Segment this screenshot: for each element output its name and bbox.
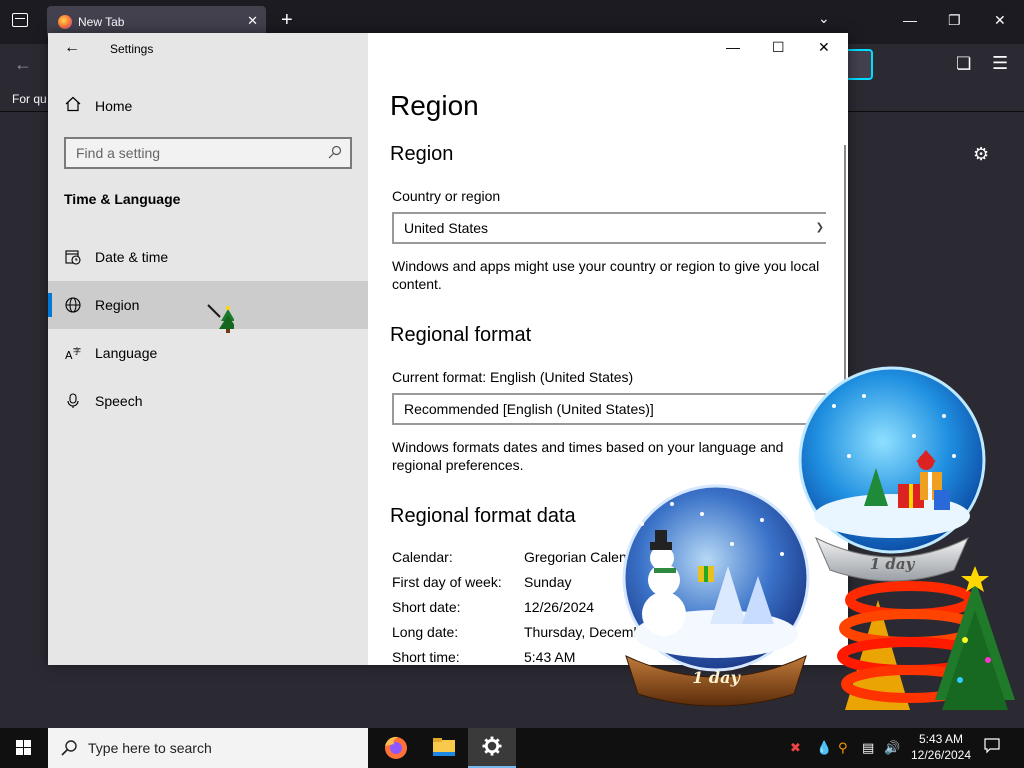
globe-label: 1 day: [692, 668, 741, 687]
sidebar-item-date-time[interactable]: Date & time: [48, 233, 368, 281]
browser-close-button[interactable]: ✕: [994, 12, 1006, 29]
format-data-value: Sunday: [524, 574, 572, 590]
search-icon: [61, 740, 77, 756]
firefox-favicon-icon: [58, 15, 72, 29]
calendar-clock-icon: [65, 250, 81, 265]
page-title: Region: [390, 90, 479, 121]
clock-time: 5:43 AM: [918, 732, 964, 746]
format-data-key: Long date:: [392, 624, 459, 640]
chevron-down-icon: ❯: [815, 222, 824, 233]
chevron-down-icon[interactable]: ⌄: [818, 10, 830, 27]
country-dropdown[interactable]: United States ❯: [392, 212, 826, 244]
gear-icon[interactable]: ⚙: [973, 144, 989, 165]
svg-text:字: 字: [73, 346, 81, 356]
search-icon: [328, 145, 342, 159]
language-icon: A 字: [65, 346, 81, 361]
current-format-label: Current format: English (United States): [392, 369, 634, 385]
sidebar-item-speech[interactable]: Speech: [48, 377, 368, 425]
extensions-icon[interactable]: ❏: [956, 54, 971, 74]
country-label: Country or region: [392, 188, 501, 204]
format-data-key: First day of week:: [392, 574, 502, 590]
browser-minimize-button[interactable]: —: [903, 12, 917, 28]
svg-text:A: A: [65, 349, 73, 361]
christmas-tree-cursor-icon: [207, 304, 234, 333]
sidebar-item-label: Home: [95, 98, 133, 114]
section-title: Time & Language: [64, 191, 181, 207]
region-heading: Region: [390, 143, 454, 165]
windows-start-icon[interactable]: [0, 728, 48, 768]
spiral-tree-decoration: [837, 566, 1015, 710]
format-description: Windows formats dates and times based on…: [392, 439, 784, 473]
app-title: Settings: [110, 42, 154, 56]
network-icon[interactable]: ▤: [862, 740, 874, 756]
close-button[interactable]: ✕: [818, 39, 830, 56]
microphone-icon: [67, 393, 79, 408]
snow-globe-gifts-decoration: 1 day: [798, 366, 986, 582]
format-data-heading: Regional format data: [390, 505, 576, 527]
bookmarks-toolbar-text: For qu: [12, 92, 47, 106]
country-value: United States: [404, 220, 489, 236]
back-arrow-icon[interactable]: ←: [64, 39, 80, 57]
regional-format-dropdown[interactable]: Recommended [English (United States)]: [392, 393, 826, 425]
sidebar-item-label: Region: [95, 297, 140, 313]
sidebar-item-home[interactable]: Home: [48, 89, 368, 123]
format-data-value: 12/26/2024: [524, 599, 595, 615]
firefox-taskbar-icon[interactable]: [372, 728, 420, 768]
settings-taskbar-icon[interactable]: [468, 728, 516, 768]
notification-icon[interactable]: [984, 738, 1000, 754]
browser-restore-button[interactable]: ❐: [948, 12, 961, 29]
taskbar: Type here to search ✖ 💧 ⚲ ▤ 🔊 5:43 AM 12…: [0, 728, 1024, 768]
sidebar-item-language[interactable]: A 字 Language: [48, 329, 368, 377]
new-tab-button[interactable]: +: [281, 10, 293, 30]
format-data-key: Short time:: [392, 649, 460, 665]
minimize-button[interactable]: —: [726, 39, 740, 55]
format-data-key: Short date:: [392, 599, 461, 615]
taskbar-clock[interactable]: 5:43 AM 12/26/2024: [906, 731, 976, 763]
security-tray-icon[interactable]: ✖: [790, 740, 801, 756]
home-icon: [65, 96, 81, 112]
maximize-button[interactable]: ☐: [772, 39, 785, 56]
hamburger-menu-icon[interactable]: ☰: [992, 53, 1008, 74]
sidebar-item-label: Date & time: [95, 249, 169, 265]
key-tray-icon[interactable]: ⚲: [838, 740, 848, 756]
sidebar-item-label: Language: [95, 345, 158, 361]
volume-icon[interactable]: 🔊: [884, 740, 900, 756]
taskbar-search-input[interactable]: Type here to search: [48, 728, 368, 768]
file-explorer-icon[interactable]: [420, 728, 468, 768]
format-value: Recommended [English (United States)]: [404, 401, 654, 417]
snow-globe-snowman-decoration: 1 day: [622, 484, 810, 707]
gear-icon: [482, 736, 502, 756]
format-data-value: 5:43 AM: [524, 649, 576, 665]
browser-back-icon[interactable]: ←: [14, 54, 32, 75]
url-bar[interactable]: [844, 49, 873, 80]
country-description: Windows and apps might use your country …: [392, 258, 820, 292]
clock-date: 12/26/2024: [910, 748, 972, 762]
sidebar-item-label: Speech: [95, 393, 143, 409]
browser-tab-title: New Tab: [78, 15, 125, 29]
taskbar-search-placeholder: Type here to search: [88, 740, 212, 756]
regional-format-heading: Regional format: [390, 324, 532, 346]
close-tab-icon[interactable]: ✕: [247, 13, 258, 29]
droplet-tray-icon[interactable]: 💧: [816, 740, 832, 756]
list-all-tabs-icon[interactable]: [12, 13, 28, 27]
format-data-key: Calendar:: [392, 549, 453, 565]
settings-sidebar: ← Settings Home Find a setting Time & La…: [48, 33, 368, 665]
find-setting-input[interactable]: Find a setting: [64, 137, 352, 169]
globe-icon: [65, 297, 81, 313]
search-placeholder: Find a setting: [76, 145, 161, 161]
